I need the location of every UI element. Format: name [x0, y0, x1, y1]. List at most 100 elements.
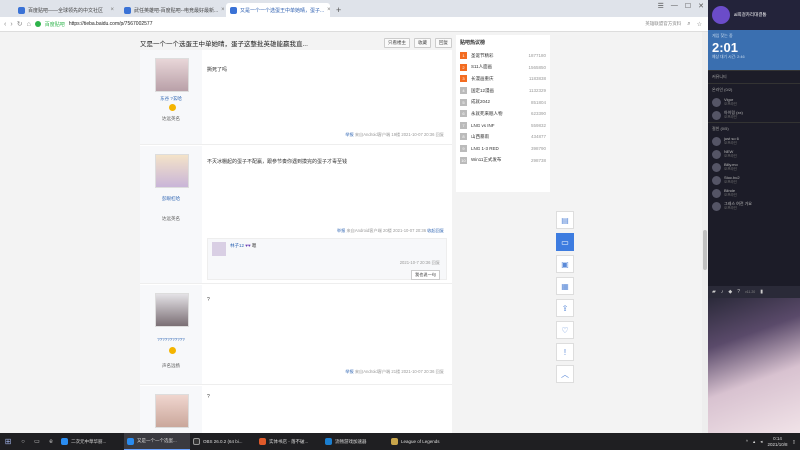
reply-avatar[interactable] [212, 242, 226, 256]
hot-topic-item[interactable]: 8 山西暴雨 434877 [456, 131, 550, 143]
share-icon[interactable]: ⇪ [556, 299, 574, 317]
friend-item[interactable]: 아이링 (xx) 오프라인 [708, 109, 800, 122]
hot-topic-item[interactable]: 3 长漫画重庆 1183838 [456, 73, 550, 85]
friend-avatar [712, 137, 721, 146]
maximize-icon[interactable]: ☐ [685, 2, 691, 10]
new-tab-button[interactable]: + [332, 3, 345, 17]
home-icon[interactable]: ⌂ [27, 21, 31, 28]
hot-topic-item[interactable]: 10 Win11正式发布 298738 [456, 154, 550, 166]
search-icon[interactable]: ○ [16, 433, 30, 450]
menu-icon[interactable]: ☰ [658, 2, 664, 10]
only-op-button[interactable]: 只看楼主 [384, 38, 410, 48]
favorite-button[interactable]: 收藏 [414, 38, 431, 48]
volume-icon[interactable]: ◂ [760, 439, 762, 445]
hot-topic-item[interactable]: 7 LNG vs INF 559832 [456, 120, 550, 132]
close-icon[interactable]: × [221, 7, 224, 13]
close-icon[interactable]: × [327, 7, 330, 13]
group-offline[interactable]: 절친 (0/5) [708, 122, 800, 135]
meta-text: 来自Android客户端 19楼 2021-10-07 20:36 回复 [354, 132, 444, 137]
friend-avatar [712, 176, 721, 185]
collapse-reply-button[interactable]: 收起回复 [427, 228, 444, 233]
hot-topic-item[interactable]: 4 国定12漫画 1132329 [456, 85, 550, 97]
minimize-icon[interactable]: — [671, 2, 678, 10]
alert-icon[interactable]: ! [556, 343, 574, 361]
rank: 3 [460, 75, 467, 83]
help-icon[interactable]: ? [737, 289, 740, 295]
queue-timer: 2:01 [712, 40, 739, 55]
taskbar-app-active[interactable]: 又是一个一个选蛋... [124, 433, 190, 450]
comment-icon[interactable]: ▭ [556, 233, 574, 251]
report-link[interactable]: 举报 [345, 132, 353, 137]
avatar[interactable] [155, 154, 189, 188]
browser-icon[interactable]: e [44, 433, 58, 450]
browser-tab[interactable]: 百度贴吧——全球领先的中文社区 × [14, 3, 118, 17]
rank: 5 [460, 98, 467, 106]
refresh-icon[interactable]: ↻ [17, 20, 23, 28]
friend-item[interactable]: Blinde 오프라인 [708, 187, 800, 200]
mission-icon[interactable]: ◆ [728, 289, 732, 295]
notification-icon[interactable]: ▯ [793, 439, 795, 445]
back-icon[interactable]: ‹ [4, 21, 6, 28]
username[interactable]: 彭眼杠哈 [140, 196, 202, 202]
report-link[interactable]: 举报 [345, 369, 353, 374]
friend-status: 오프라인 [724, 206, 737, 211]
reply-user[interactable]: 林子12 [230, 243, 244, 248]
level-icon [168, 347, 176, 354]
doc-icon[interactable]: ▤ [556, 211, 574, 229]
username[interactable]: 东谷 ?玄哈 [140, 96, 202, 102]
friend-item[interactable]: just so 6 오프라인 [708, 135, 800, 148]
browser-tab[interactable]: 武任英雄吧-百度贴吧--电竞最好最新... × [120, 3, 224, 17]
friend-item[interactable]: Stoc.bc2 오프라인 [708, 174, 800, 187]
mic-icon[interactable]: ♪ [721, 289, 724, 295]
tray-arrow-icon[interactable]: ^ [746, 439, 748, 444]
browser-tab-active[interactable]: 又是一个一个选蛋王中单她晴，蛋子... × [226, 3, 330, 17]
avatar[interactable] [155, 58, 189, 92]
topic-name: 圣诞节精彩 [471, 52, 494, 58]
friend-item[interactable]: 그레스 여전 가요 오프라인 [708, 200, 800, 213]
network-icon[interactable]: ▴ [753, 439, 755, 445]
search-hint[interactable]: 英雄联盟官方资料 [645, 21, 681, 28]
report-link[interactable]: 举报 [337, 228, 345, 233]
post-meta: 举报 来自Android客户端 19楼 2021-10-07 20:36 回复 [345, 132, 444, 138]
group-online[interactable]: 온라인 (0/2) [708, 83, 800, 96]
settings-icon[interactable]: ▮ [760, 289, 763, 295]
thread-title-bar: 又是一个一个选蛋王中单她晴，蛋子这整批英雄能赢我直... 只看楼主 收藏 回复 [140, 36, 452, 50]
close-icon[interactable]: × [110, 7, 114, 13]
clock[interactable]: 0:14 2021/10/8 [767, 436, 787, 447]
taskbar-app[interactable]: OBS 26.0.2 (64 bi... [190, 433, 256, 450]
level-badge [140, 104, 202, 111]
friend-item[interactable]: Billy.mo 오프라인 [708, 161, 800, 174]
friend-item[interactable]: NEW 오프라인 [708, 148, 800, 161]
hot-topic-item[interactable]: 5 成就2042 851804 [456, 96, 550, 108]
hot-topic-item[interactable]: 6 永就死来眠人物 623390 [456, 108, 550, 120]
avatar[interactable] [155, 394, 189, 428]
url-input[interactable]: https://tieba.baidu.com/p/7567002577 [69, 21, 153, 27]
chat-icon[interactable]: ▰ [712, 289, 716, 295]
heart-icon[interactable]: ♡ [556, 321, 574, 339]
star-icon[interactable]: ☆ [697, 21, 702, 28]
hot-topic-item[interactable]: 1 圣诞节精彩 1877180 [456, 50, 550, 62]
windows-start-icon[interactable]: ⊞ [0, 433, 16, 450]
username[interactable]: ??????????? [140, 337, 202, 342]
say-something-button[interactable]: 我也说一句 [411, 270, 440, 280]
search-icon[interactable]: ⌕ [687, 21, 690, 28]
hot-topic-item[interactable]: 2 S11人面画 1565850 [456, 62, 550, 74]
close-window-icon[interactable]: ✕ [698, 2, 704, 10]
client-toolbar: ▰ ♪ ◆ ? v11.20 ▮ [708, 286, 800, 298]
task-view-icon[interactable]: ▭ [30, 433, 44, 450]
avatar[interactable] [155, 293, 189, 327]
chat-icon[interactable]: ▦ [556, 277, 574, 295]
taskbar-app[interactable]: 实体书店 - 落不破... [256, 433, 322, 450]
queue-status[interactable]: 게임 찾는 중 2:01 예상 대기 시간: 2:46 [708, 30, 800, 70]
hot-topic-item[interactable]: 9 LNG 1-3 RED 398790 [456, 143, 550, 155]
profile-icon[interactable] [712, 6, 730, 24]
friend-item[interactable]: Vigor 오프라인 [708, 96, 800, 109]
taskbar-app[interactable]: 流畅游戏加速器 [322, 433, 388, 450]
forward-icon[interactable]: › [10, 21, 12, 28]
taskbar-app[interactable]: League of Legends [388, 433, 454, 450]
taskbar-app[interactable]: 二次元中草华丽... [58, 433, 124, 450]
scrollbar-thumb[interactable] [703, 230, 707, 270]
gift-icon[interactable]: ▣ [556, 255, 574, 273]
up-icon[interactable]: ︿ [556, 365, 574, 383]
reply-button[interactable]: 回复 [435, 38, 452, 48]
